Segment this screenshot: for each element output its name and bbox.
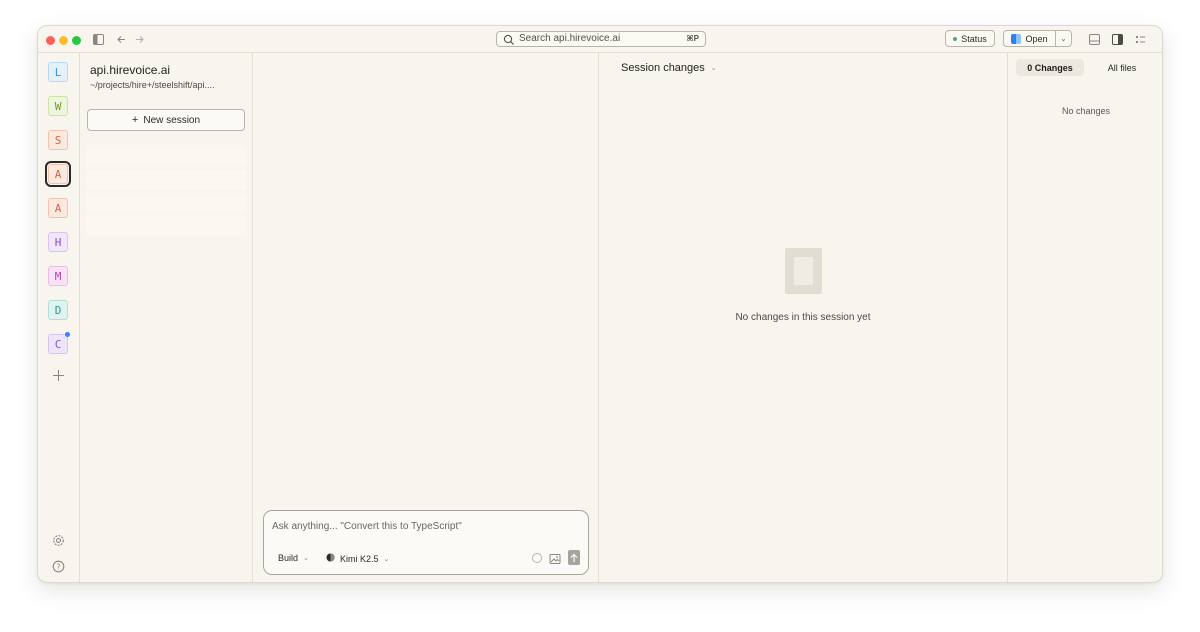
empty-state-text: No changes in this session yet [735, 312, 871, 323]
project-letter: M [54, 269, 62, 283]
add-project-icon[interactable] [50, 367, 66, 383]
help-icon[interactable]: ? [50, 558, 66, 574]
session-skeleton-row [86, 147, 247, 167]
search-icon [503, 33, 515, 45]
search-shortcut: ⌘P [686, 34, 699, 43]
open-label: Open [1025, 33, 1048, 44]
status-label: Status [961, 33, 987, 44]
finder-icon [1011, 33, 1022, 44]
session-changes-title: Session changes [621, 62, 705, 74]
notification-dot [65, 332, 70, 337]
minimize-window-button[interactable] [59, 36, 68, 45]
send-button[interactable] [568, 550, 580, 565]
tab-changes[interactable]: 0 Changes [1016, 59, 1084, 76]
mode-label: Build [278, 553, 299, 563]
project-path: ~/projects/hire+/steelshift/api.... [90, 80, 215, 90]
project-avatar-w[interactable]: W [48, 96, 68, 116]
prompt-composer[interactable]: Ask anything... "Convert this to TypeScr… [263, 510, 589, 575]
session-skeleton-row [86, 170, 247, 190]
project-letter: H [54, 235, 62, 249]
toggle-review-panel-icon[interactable] [1110, 32, 1124, 46]
back-arrow-icon[interactable] [114, 32, 128, 46]
sessions-panel: api.hirevoice.ai ~/projects/hire+/steels… [80, 53, 253, 582]
gear-icon[interactable] [50, 532, 66, 548]
review-panel: Session changes ⌄ No changes in this ses… [599, 53, 1008, 582]
new-session-button[interactable]: + New session [87, 109, 245, 131]
search-placeholder: Search api.hirevoice.ai [519, 33, 621, 44]
project-letter: S [54, 133, 62, 147]
project-letter: W [54, 99, 62, 113]
no-changes-text: No changes [1061, 106, 1111, 116]
new-session-label: New session [143, 114, 201, 126]
session-changes-dropdown[interactable]: Session changes ⌄ [621, 62, 717, 74]
arrow-up-icon [570, 553, 578, 562]
project-letter: A [54, 167, 62, 181]
app-window: Search api.hirevoice.ai ⌘P Status Open ⌄ [37, 25, 1163, 583]
project-avatar-d[interactable]: D [48, 300, 68, 320]
chat-panel: Ask anything... "Convert this to TypeScr… [253, 53, 599, 582]
project-rail: L W S A A H M D C ? [38, 53, 80, 582]
title-bar: Search api.hirevoice.ai ⌘P Status Open ⌄ [38, 26, 1162, 53]
model-selector[interactable]: Kimi K2.5 ⌄ [326, 553, 389, 564]
project-avatar-c[interactable]: C [48, 332, 70, 354]
project-avatar-h[interactable]: H [48, 232, 68, 252]
image-attach-icon[interactable] [549, 552, 561, 564]
session-skeleton-row [86, 193, 247, 213]
status-button[interactable]: Status [945, 30, 995, 47]
project-avatar-a-active[interactable]: A [45, 161, 71, 187]
prompt-input[interactable]: Ask anything... "Convert this to TypeScr… [272, 521, 462, 532]
open-dropdown-button[interactable]: ⌄ [1056, 31, 1071, 46]
file-tree-icon[interactable] [1133, 32, 1147, 46]
chevron-down-icon: ⌄ [710, 65, 717, 72]
status-dot-icon [953, 36, 958, 41]
project-letter: D [54, 303, 62, 317]
project-avatar-s[interactable]: S [48, 130, 68, 150]
chevron-down-icon: ⌄ [1060, 34, 1067, 43]
search-input[interactable]: Search api.hirevoice.ai ⌘P [496, 31, 706, 47]
project-avatar-l[interactable]: L [48, 62, 68, 82]
mode-selector[interactable]: Build ⌄ [278, 553, 309, 563]
open-button[interactable]: Open [1004, 31, 1056, 46]
tab-all-files[interactable]: All files [1094, 59, 1150, 76]
maximize-window-button[interactable] [72, 36, 81, 45]
open-button-group: Open ⌄ [1003, 30, 1072, 47]
svg-text:?: ? [56, 562, 60, 571]
chevron-down-icon: ⌄ [303, 555, 309, 562]
empty-file-icon [785, 248, 822, 294]
close-window-button[interactable] [46, 36, 55, 45]
project-title: api.hirevoice.ai [90, 63, 171, 77]
session-skeleton-row [86, 216, 247, 236]
project-letter: A [54, 201, 62, 215]
chevron-down-icon: ⌄ [383, 555, 390, 563]
files-panel: 0 Changes All files No changes [1008, 53, 1162, 582]
project-letter: C [54, 337, 62, 351]
project-avatar-m[interactable]: M [48, 266, 68, 286]
sidebar-toggle-icon[interactable] [91, 32, 105, 46]
project-avatar-a[interactable]: A [48, 198, 68, 218]
forward-arrow-icon[interactable] [132, 32, 146, 46]
context-usage-icon[interactable] [532, 553, 542, 563]
model-label: Kimi K2.5 [340, 553, 379, 564]
plus-icon: + [131, 114, 139, 126]
project-letter: L [54, 65, 62, 79]
model-logo-icon [326, 553, 335, 564]
toggle-bottom-panel-icon[interactable] [1087, 32, 1101, 46]
